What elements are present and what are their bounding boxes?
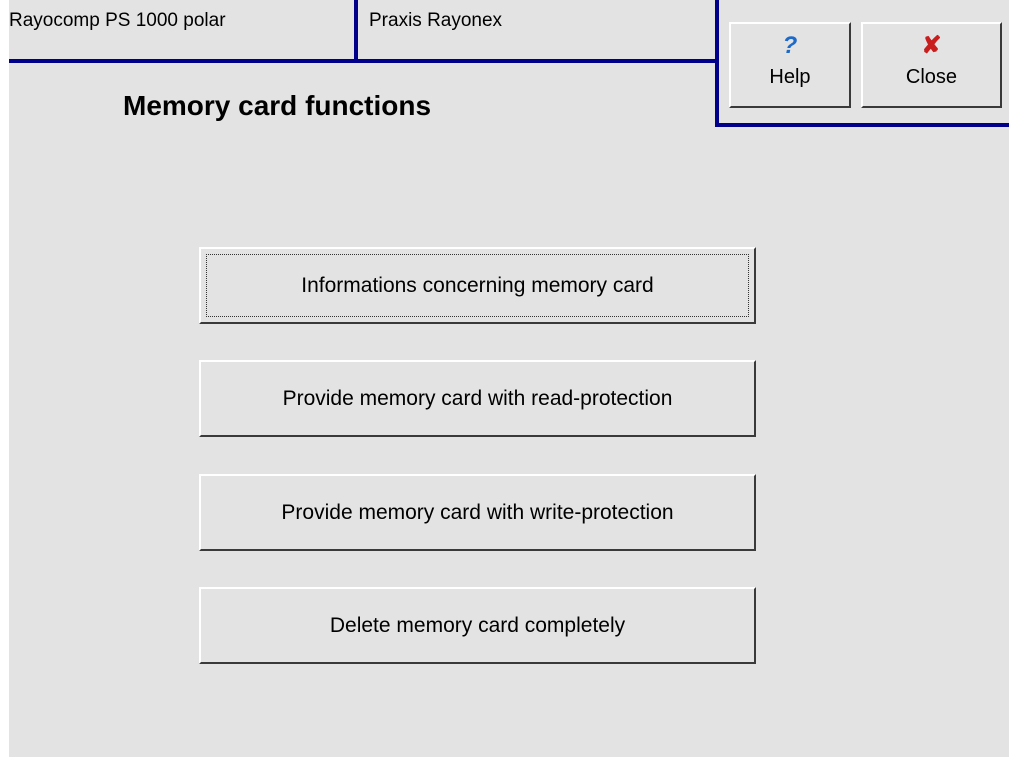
header-divider-line bbox=[9, 59, 719, 63]
toolbar-left-line bbox=[715, 0, 719, 127]
practice-name-label: Praxis Rayonex bbox=[369, 10, 503, 31]
write-protection-button[interactable]: Provide memory card with write-protectio… bbox=[199, 474, 756, 551]
page-title: Memory card functions bbox=[123, 90, 432, 121]
write-protection-label: Provide memory card with write-protectio… bbox=[281, 500, 674, 524]
help-icon: ? bbox=[782, 32, 798, 59]
close-button-label: Close bbox=[905, 66, 958, 88]
memory-card-screen: Rayocomp PS 1000 polar Praxis Rayonex Me… bbox=[9, 0, 1009, 757]
help-button-label: Help bbox=[769, 66, 811, 88]
help-button[interactable]: ? Help bbox=[729, 22, 851, 108]
read-protection-button[interactable]: Provide memory card with read-protection bbox=[199, 360, 756, 437]
memory-card-info-button[interactable]: Informations concerning memory card bbox=[199, 247, 756, 324]
read-protection-label: Provide memory card with read-protection bbox=[282, 386, 673, 410]
toolbar-bottom-line bbox=[715, 123, 1009, 127]
delete-memory-card-label: Delete memory card completely bbox=[329, 613, 626, 637]
memory-card-info-label: Informations concerning memory card bbox=[301, 273, 654, 297]
delete-memory-card-button[interactable]: Delete memory card completely bbox=[199, 587, 756, 664]
tab-separator-line bbox=[354, 0, 358, 63]
close-button[interactable]: ✘ Close bbox=[861, 22, 1002, 108]
device-name-label: Rayocomp PS 1000 polar bbox=[9, 10, 226, 31]
close-icon: ✘ bbox=[921, 32, 942, 59]
